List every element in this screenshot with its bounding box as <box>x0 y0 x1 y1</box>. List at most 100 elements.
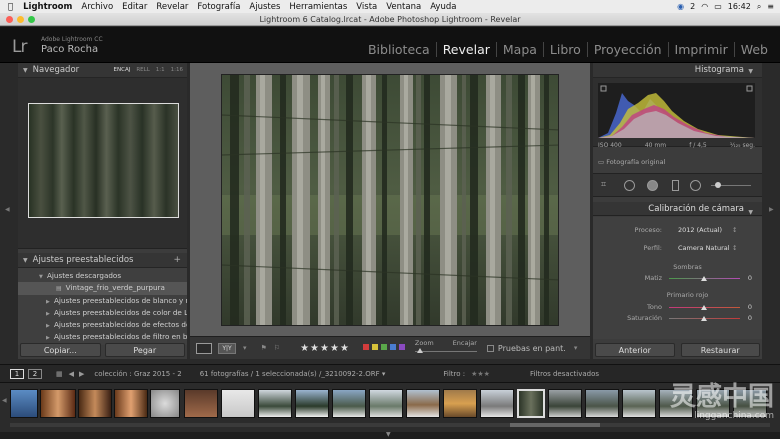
red-eye-icon[interactable] <box>647 180 658 191</box>
zoom-fill-option[interactable]: RELL <box>136 67 149 73</box>
filmstrip-thumbnail[interactable] <box>114 389 148 418</box>
collection-label[interactable]: colección : Graz 2015 - 2 <box>94 370 181 378</box>
wifi-icon[interactable]: ◠ <box>701 2 708 11</box>
menu-app[interactable]: Lightroom <box>23 2 72 12</box>
menu-archivo[interactable]: Archivo <box>81 2 113 12</box>
histogram-graph[interactable] <box>598 83 755 138</box>
navigator-preview[interactable] <box>18 78 187 249</box>
copy-button[interactable]: Copiar... <box>20 343 101 357</box>
yellow-label[interactable] <box>371 344 378 350</box>
module-mapa[interactable]: Mapa <box>495 42 543 57</box>
zoom-knob[interactable] <box>416 348 423 353</box>
left-panel-edge[interactable]: ◀ <box>0 63 18 359</box>
filter-select[interactable]: Filtros desactivados <box>530 370 599 378</box>
zoom-fit-option[interactable]: ENCAJ <box>114 67 131 73</box>
folder-closed-icon[interactable]: ▶ <box>46 320 54 331</box>
menu-fotografia[interactable]: Fotografía <box>197 2 240 12</box>
filmstrip-thumbnail[interactable] <box>150 389 180 418</box>
scroll-left-icon[interactable]: ◀ <box>2 397 7 404</box>
soft-proof-checkbox[interactable] <box>486 344 494 352</box>
module-imprimir[interactable]: Imprimir <box>667 42 734 57</box>
zoom-icon[interactable] <box>28 16 35 23</box>
loupe-view-button[interactable] <box>196 342 212 354</box>
search-icon[interactable]: ⌕ <box>757 2 761 12</box>
tint-value[interactable]: 0 <box>748 274 752 282</box>
filmstrip-thumbnail[interactable] <box>258 389 292 418</box>
menu-ventana[interactable]: Ventana <box>386 2 421 12</box>
green-label[interactable] <box>380 344 387 350</box>
collapse-right-icon[interactable]: ▶ <box>769 206 774 213</box>
preset-folder[interactable]: ▼ Ajustes descargados <box>18 270 187 282</box>
brush-knob[interactable] <box>715 182 721 188</box>
presets-header[interactable]: ▼ Ajustes preestablecidos + <box>18 253 187 268</box>
battery-icon[interactable]: ▭ <box>714 2 722 11</box>
reset-button[interactable]: Restaurar <box>680 343 760 357</box>
menu-revelar[interactable]: Revelar <box>156 2 188 12</box>
filmstrip-thumbnail[interactable] <box>406 389 440 418</box>
menu-ayuda[interactable]: Ayuda <box>430 2 456 12</box>
red-label[interactable] <box>362 344 369 350</box>
menu-vista[interactable]: Vista <box>356 2 377 12</box>
filmstrip-thumbnail[interactable] <box>443 389 477 418</box>
filmstrip-thumbnail[interactable] <box>221 389 255 418</box>
photo-count-info[interactable]: 61 fotografías / 1 seleccionada(s) /_321… <box>200 370 386 378</box>
filmstrip-scroll-thumb[interactable] <box>510 423 600 427</box>
forward-arrow-icon[interactable]: ▶ <box>79 370 84 378</box>
crop-icon[interactable]: ⌗ <box>601 180 606 190</box>
menu-editar[interactable]: Editar <box>122 2 147 12</box>
dropdown-icon[interactable]: ▾ <box>243 344 247 352</box>
folder-closed-icon[interactable]: ▶ <box>46 308 54 319</box>
menu-herramientas[interactable]: Herramientas <box>289 2 347 12</box>
module-proyeccion[interactable]: Proyección <box>586 42 668 57</box>
process-select[interactable]: 2012 (Actual) <box>678 226 722 234</box>
zoom-1-1-option[interactable]: 1:1 <box>156 67 165 73</box>
histogram-header[interactable]: Histograma ▼ <box>593 63 762 78</box>
filmstrip-thumbnail[interactable] <box>295 389 329 418</box>
navigator-thumbnail[interactable] <box>28 103 179 218</box>
paste-button[interactable]: Pegar <box>104 343 185 357</box>
filmstrip-thumbnail[interactable] <box>585 389 619 418</box>
flag-icon[interactable]: ⚑ <box>261 344 267 352</box>
saturation-value[interactable]: 0 <box>748 314 752 322</box>
profile-dropdown-icon[interactable]: ↕ <box>732 244 737 252</box>
menu-ajustes[interactable]: Ajustes <box>249 2 280 12</box>
sync-icon[interactable]: ◉ <box>677 2 684 11</box>
original-photo-indicator[interactable]: ▭ Fotografía original <box>598 158 665 166</box>
filmstrip-scrollbar[interactable] <box>10 423 770 427</box>
saturation-knob[interactable] <box>701 316 707 321</box>
hue-knob[interactable] <box>701 305 707 310</box>
filmstrip-thumbnail[interactable] <box>622 389 656 418</box>
main-photo[interactable] <box>221 74 559 326</box>
star-rating[interactable]: ★★★★★ <box>300 343 350 354</box>
module-libro[interactable]: Libro <box>542 42 587 57</box>
reject-flag-icon[interactable]: ⚐ <box>274 344 280 352</box>
radial-filter-icon[interactable] <box>690 180 701 191</box>
filmstrip-thumbnail[interactable] <box>184 389 218 418</box>
purple-label[interactable] <box>398 344 405 350</box>
collapse-triangle-icon[interactable]: ▼ <box>748 68 753 75</box>
expand-triangle-icon[interactable]: ▼ <box>23 257 28 264</box>
list-icon[interactable]: ≡ <box>767 2 774 11</box>
add-preset-icon[interactable]: + <box>173 255 181 265</box>
graduated-filter-icon[interactable] <box>672 180 679 191</box>
calibration-header[interactable]: Calibración de cámara ▼ <box>593 202 762 216</box>
filmstrip-thumbnail[interactable] <box>40 389 76 418</box>
window-1-button[interactable]: 1 <box>10 368 24 379</box>
previous-button[interactable]: Anterior <box>595 343 675 357</box>
filmstrip-thumbnail-selected[interactable] <box>517 389 545 418</box>
preset-folder[interactable]: ▶ Ajustes preestablecidos de efectos de..… <box>18 319 187 331</box>
expand-triangle-icon[interactable]: ▼ <box>23 67 28 74</box>
zoom-track[interactable] <box>414 351 477 352</box>
filmstrip-thumbnail[interactable] <box>78 389 112 418</box>
preset-folder[interactable]: ▶ Ajustes preestablecidos de color de Li.… <box>18 307 187 319</box>
module-web[interactable]: Web <box>733 42 774 57</box>
right-panel-edge[interactable]: ▶ <box>762 63 780 359</box>
zoom-1-16-option[interactable]: 1:16 <box>171 67 183 73</box>
folder-open-icon[interactable]: ▼ <box>39 271 47 282</box>
hue-value[interactable]: 0 <box>748 303 752 311</box>
hue-slider[interactable] <box>669 305 740 310</box>
close-icon[interactable] <box>6 16 13 23</box>
filmstrip-thumbnail[interactable] <box>548 389 582 418</box>
filter-stars[interactable]: ★★★ <box>471 370 490 378</box>
filmstrip-thumbnail[interactable] <box>332 389 366 418</box>
